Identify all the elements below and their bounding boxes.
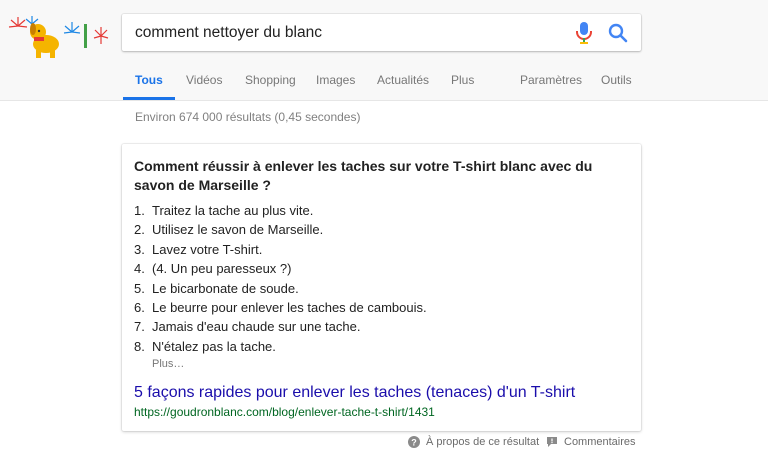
list-item: 8. N'étalez pas la tache.: [134, 338, 276, 354]
tab-shopping[interactable]: Shopping: [245, 68, 296, 101]
list-item: 4. (4. Un peu paresseux ?): [134, 261, 292, 277]
about-result-label: À propos de ce résultat: [426, 436, 540, 448]
svg-text:?: ?: [411, 438, 417, 448]
list-item: 5. Le bicarbonate de soude.: [134, 280, 299, 296]
search-input[interactable]: [135, 14, 565, 51]
search-tabs: Tous Vidéos Shopping Images Actualités P…: [0, 68, 768, 101]
list-item: 3. Lavez votre T-shirt.: [134, 241, 263, 257]
list-item: 6. Le beurre pour enlever les taches de c…: [134, 300, 427, 316]
list-item: 7. Jamais d'eau chaude sur une tache.: [134, 319, 361, 335]
feedback-icon: [547, 437, 557, 447]
results-stats: Environ 674 000 résultats (0,45 secondes…: [135, 110, 361, 124]
more-link[interactable]: Plus…: [152, 358, 184, 370]
top-bar: Tous Vidéos Shopping Images Actualités P…: [0, 0, 768, 101]
search-box[interactable]: [122, 14, 641, 51]
result-title-link[interactable]: 5 façons rapides pour enlever les taches…: [134, 384, 575, 402]
tab-tous[interactable]: Tous: [123, 68, 175, 101]
list-item: 1. Traitez la tache au plus vite.: [134, 203, 314, 218]
feedback-label: Commentaires: [564, 436, 636, 448]
about-result-link[interactable]: ? À propos de ce résultat: [408, 435, 539, 449]
list-item: 2. Utilisez le savon de Marseille.: [134, 222, 324, 238]
doodle-logo-icon[interactable]: [6, 14, 110, 60]
help-circle-icon: ?: [408, 436, 420, 448]
microphone-icon[interactable]: [575, 21, 593, 45]
snippet-steps: 1. Traitez la tache au plus vite. 2. Utili…: [134, 201, 427, 356]
tab-parametres[interactable]: Paramètres: [520, 68, 582, 101]
tab-plus[interactable]: Plus: [451, 68, 474, 101]
result-url: https://goudronblanc.com/blog/enlever-ta…: [134, 405, 435, 419]
featured-snippet: Comment réussir à enlever les taches sur…: [122, 144, 641, 431]
tab-actualites[interactable]: Actualités: [377, 68, 429, 101]
feedback-link[interactable]: Commentaires: [546, 435, 636, 449]
tab-images[interactable]: Images: [316, 68, 355, 101]
tab-outils[interactable]: Outils: [601, 68, 632, 101]
search-icon[interactable]: [607, 22, 629, 44]
tab-videos[interactable]: Vidéos: [186, 68, 222, 101]
snippet-title: Comment réussir à enlever les taches sur…: [134, 158, 593, 193]
